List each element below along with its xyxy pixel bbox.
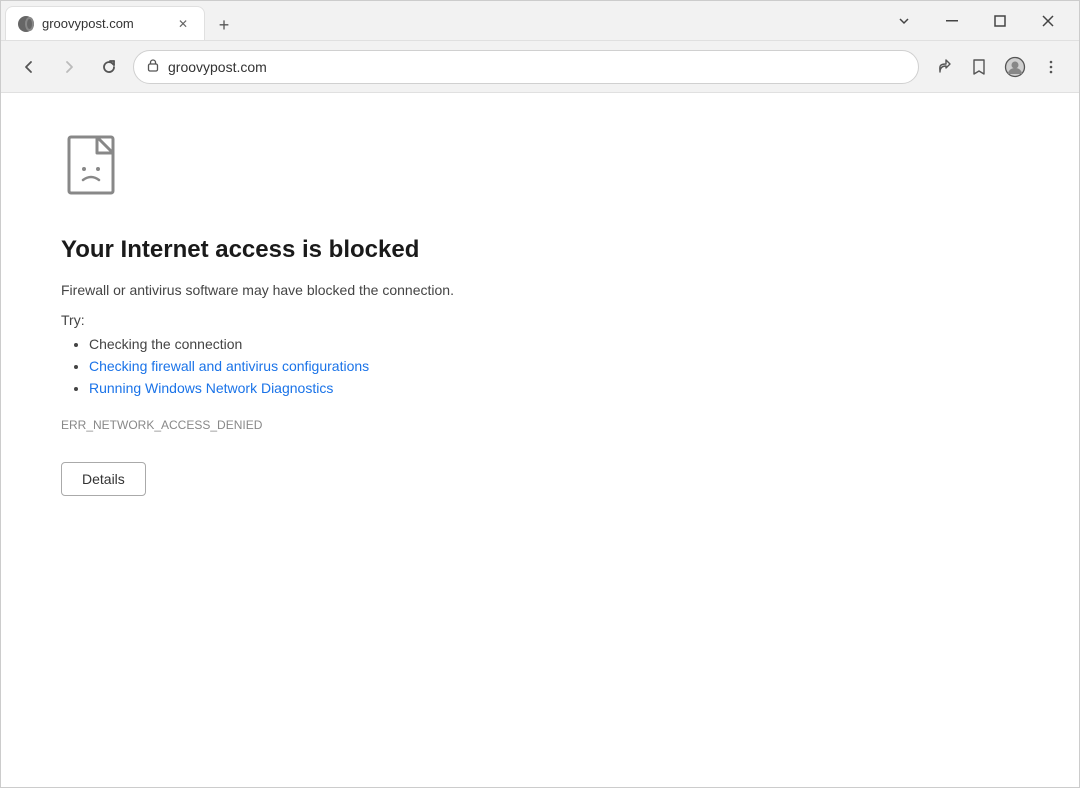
list-item: Checking firewall and antivirus configur… — [89, 358, 1039, 374]
profile-button[interactable] — [999, 51, 1031, 83]
error-code: ERR_NETWORK_ACCESS_DENIED — [61, 418, 1039, 432]
error-try-label: Try: — [61, 312, 1039, 328]
error-description: Firewall or antivirus software may have … — [61, 282, 1039, 298]
details-button[interactable]: Details — [61, 462, 146, 496]
bookmark-button[interactable] — [963, 51, 995, 83]
tab-area: groovypost.com ✕ + — [5, 1, 873, 40]
back-button[interactable] — [13, 51, 45, 83]
tab-title: groovypost.com — [42, 16, 166, 31]
address-bar[interactable]: groovypost.com — [133, 50, 919, 84]
tab-favicon — [18, 16, 34, 32]
browser-window: groovypost.com ✕ + — [0, 0, 1080, 788]
browser-tab[interactable]: groovypost.com ✕ — [5, 6, 205, 40]
menu-button[interactable] — [1035, 51, 1067, 83]
minimize-button[interactable] — [929, 6, 975, 36]
error-icon — [61, 133, 131, 203]
suggestion-text-1: Checking the connection — [89, 336, 242, 352]
nav-actions — [927, 51, 1067, 83]
main-content: Your Internet access is blocked Firewall… — [1, 93, 1079, 787]
nav-bar: groovypost.com — [1, 41, 1079, 93]
share-button[interactable] — [927, 51, 959, 83]
address-text: groovypost.com — [168, 59, 906, 75]
new-tab-button[interactable]: + — [209, 10, 239, 40]
error-suggestions-list: Checking the connection Checking firewal… — [61, 336, 1039, 396]
tab-close-button[interactable]: ✕ — [174, 15, 192, 33]
list-item: Running Windows Network Diagnostics — [89, 380, 1039, 396]
firewall-link[interactable]: Checking firewall and antivirus configur… — [89, 358, 369, 374]
show-hidden-button[interactable] — [881, 6, 927, 36]
window-controls — [873, 1, 1079, 40]
title-bar: groovypost.com ✕ + — [1, 1, 1079, 41]
close-button[interactable] — [1025, 6, 1071, 36]
security-icon — [146, 58, 160, 75]
network-diagnostics-link[interactable]: Running Windows Network Diagnostics — [89, 380, 333, 396]
list-item: Checking the connection — [89, 336, 1039, 352]
maximize-button[interactable] — [977, 6, 1023, 36]
forward-button[interactable] — [53, 51, 85, 83]
refresh-button[interactable] — [93, 51, 125, 83]
error-title: Your Internet access is blocked — [61, 236, 1039, 264]
